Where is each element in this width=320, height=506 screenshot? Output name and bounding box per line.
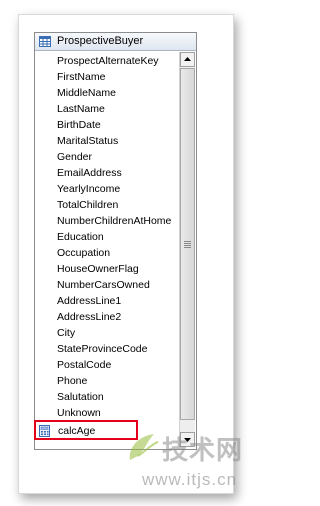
calculated-column-icon [39,425,50,437]
column-row[interactable]: Unknown [57,405,101,418]
thumb-grip-line [184,241,191,242]
scroll-up-arrow-icon [184,57,191,61]
scroll-up-button[interactable] [180,52,195,67]
column-row[interactable]: EmailAddress [57,165,122,181]
table-window[interactable]: ProspectiveBuyer ProspectAlternateKey Fir… [34,32,197,450]
table-title-bar[interactable]: ProspectiveBuyer [35,33,196,51]
column-row[interactable]: Education [57,229,104,245]
column-row[interactable]: NumberChildrenAtHome [57,213,171,229]
column-row[interactable]: AddressLine1 [57,293,121,309]
vertical-scrollbar[interactable] [179,52,195,447]
column-row[interactable]: Gender [57,149,92,165]
column-row[interactable]: AddressLine2 [57,309,121,325]
calculated-column-row[interactable]: calcAge [34,420,138,440]
column-row[interactable]: YearlyIncome [57,181,120,197]
column-row[interactable]: NumberCarsOwned [57,277,150,293]
column-row[interactable]: Phone [57,373,87,389]
watermark: 技术网 www.itjs.cn [124,430,264,506]
column-row[interactable]: LastName [57,101,105,117]
column-row[interactable]: HouseOwnerFlag [57,261,139,277]
column-row[interactable]: ProspectAlternateKey [57,53,159,69]
column-row[interactable]: Salutation [57,389,104,405]
column-row[interactable]: Occupation [57,245,110,261]
column-row[interactable]: TotalChildren [57,197,118,213]
thumb-grip-line [184,245,191,246]
calculated-column-label: calcAge [58,425,96,437]
thumb-grip-line [184,243,191,244]
table-icon [39,36,51,47]
column-row[interactable]: FirstName [57,69,105,85]
watermark-logo-icon [129,434,159,460]
column-row[interactable]: MaritalStatus [57,133,118,149]
watermark-url: www.itjs.cn [142,470,238,489]
column-row[interactable]: BirthDate [57,117,101,133]
column-list: ProspectAlternateKey FirstName MiddleName L… [35,52,179,418]
page: ProspectiveBuyer ProspectAlternateKey Fir… [0,0,264,506]
column-row[interactable]: MiddleName [57,85,116,101]
scroll-thumb[interactable] [180,68,195,420]
watermark-logo-text: 技术网 [162,436,244,466]
table-title: ProspectiveBuyer [57,35,144,47]
column-row[interactable]: PostalCode [57,357,111,373]
column-row[interactable]: City [57,325,75,341]
thumb-grip-line [184,247,191,248]
column-row[interactable]: StateProvinceCode [57,341,147,357]
